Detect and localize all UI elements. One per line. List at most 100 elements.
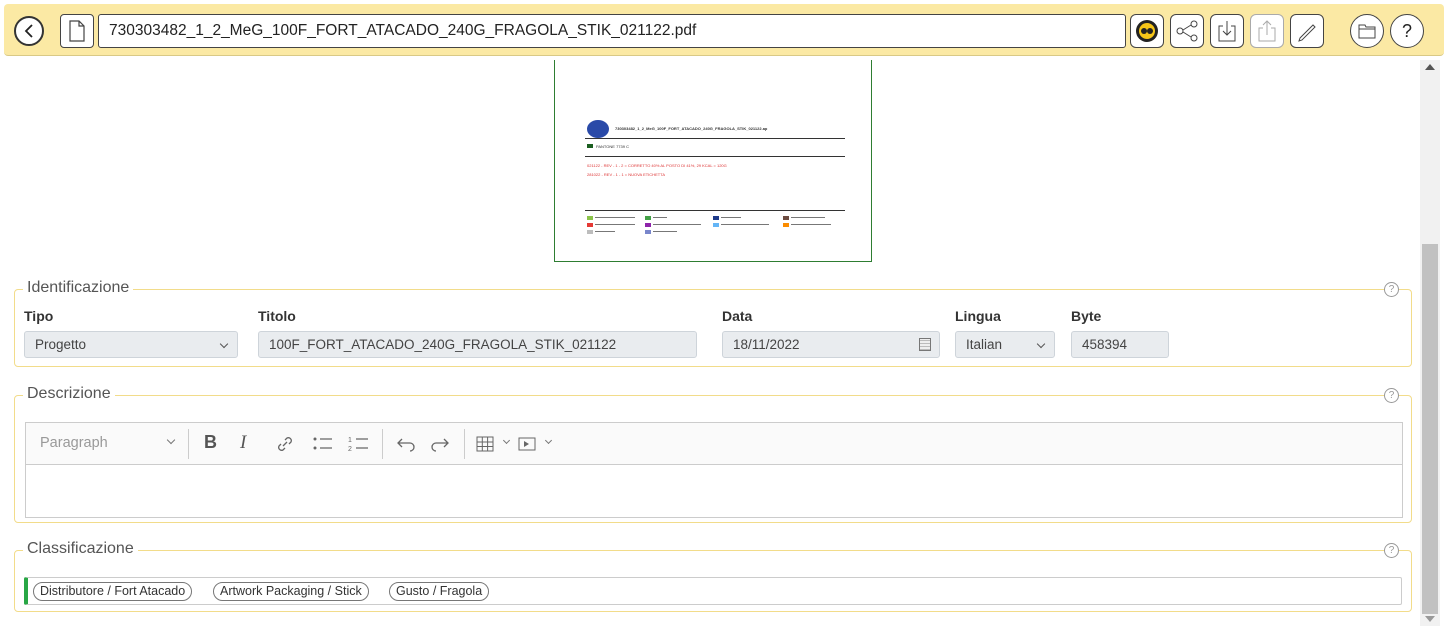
help-icon: ? [1402,21,1412,41]
preview-legend-swatch [587,223,593,227]
calendar-icon[interactable] [919,338,931,351]
preview-rule [585,138,845,139]
byte-label: Byte [1071,308,1102,324]
tag-item[interactable]: Gusto / Fragola [389,582,490,601]
folder-button[interactable] [1350,14,1384,48]
tipo-label: Tipo [24,308,54,324]
tag-item[interactable]: Distributore / Fort Atacado [33,582,193,601]
toolbar-panel: 730303482_1_2_MeG_100F_FORT_ATACADO_240G… [4,4,1444,56]
preview-legend-text [653,217,667,218]
edit-button[interactable] [1290,14,1324,48]
preview-swatch [587,144,593,148]
titolo-label: Titolo [258,308,296,324]
preview-legend-swatch [713,216,719,220]
bulleted-list-icon[interactable] [312,435,334,453]
svg-text:?: ? [1402,21,1412,41]
preview-rule [585,156,845,157]
lingua-select[interactable]: Italian [955,331,1055,358]
tipo-select[interactable]: Progetto [24,331,238,358]
editor-toolbar: Paragraph B I 12 [26,423,1402,465]
top-toolbar: 730303482_1_2_MeG_100F_FORT_ATACADO_240G… [0,0,1448,60]
edit-icon [1298,24,1316,42]
data-value: 18/11/2022 [733,337,800,352]
descrizione-legend: Descrizione [23,385,115,403]
toolbar-separator [382,429,383,459]
classificazione-section: Classificazione ? Distributore / Fort At… [14,540,1412,612]
bold-button[interactable]: B [204,432,217,453]
svg-text:1: 1 [348,437,352,444]
tag-list[interactable]: Distributore / Fort Atacado Artwork Pack… [24,577,1402,605]
preview-legend-swatch [587,216,593,220]
numbered-list-icon[interactable]: 12 [348,435,370,453]
data-field[interactable]: 18/11/2022 [722,331,940,358]
back-icon [24,24,33,38]
table-icon[interactable] [476,435,494,453]
tag-item[interactable]: Artwork Packaging / Stick [213,582,369,601]
back-button[interactable] [14,16,44,46]
vertical-scrollbar[interactable] [1420,60,1440,626]
preview-color-label: PANTONE 7739 C [596,144,629,149]
data-label: Data [722,308,753,324]
preview-legend-text [721,217,741,218]
scroll-thumb[interactable] [1422,244,1438,614]
preview-legend-swatch [645,223,651,227]
preview-legend-text [791,217,825,218]
help-icon[interactable]: ? [1384,543,1399,558]
preview-logo [587,120,609,138]
preview-legend-swatch [783,216,789,220]
scroll-up-arrow[interactable] [1425,64,1435,70]
redo-icon[interactable] [430,436,450,452]
document-button[interactable] [60,14,94,48]
preview-rule [585,210,845,211]
media-embed-icon[interactable] [518,436,536,452]
preview-legend-text [721,224,769,225]
tipo-value: Progetto [35,337,87,352]
download-button[interactable] [1210,14,1244,48]
chevron-down-icon[interactable] [502,436,511,445]
preview-legend-text [653,231,677,232]
help-icon[interactable]: ? [1384,388,1399,403]
filename-field[interactable]: 730303482_1_2_MeG_100F_FORT_ATACADO_240G… [98,14,1126,48]
chevron-down-icon[interactable] [544,436,553,445]
preview-legend-text [595,217,635,218]
preview-legend-swatch [587,230,593,234]
preview-legend-text [595,231,615,232]
titolo-field[interactable]: 100F_FORT_ATACADO_240G_FRAGOLA_STIK_0211… [258,331,697,358]
lingua-value: Italian [966,337,1003,352]
tones-icon [1136,20,1158,42]
folder-icon [1358,24,1376,39]
preview-legend-swatch [783,223,789,227]
help-icon[interactable]: ? [1384,282,1399,297]
scroll-content[interactable]: 730303482_1_2_MeG_100F_FORT_ATACADO_240G… [0,60,1420,626]
descrizione-section: Descrizione ? Paragraph B I 12 [14,385,1412,523]
rich-text-editor[interactable]: Paragraph B I 12 [25,422,1403,518]
pdf-preview[interactable]: 730303482_1_2_MeG_100F_FORT_ATACADO_240G… [554,60,872,262]
upload-button[interactable] [1250,14,1284,48]
download-icon [1218,21,1236,42]
preview-legend-swatch [645,230,651,234]
preview-legend-text [653,224,701,225]
toolbar-separator [188,429,189,459]
svg-text:2: 2 [348,446,352,453]
identificazione-legend: Identificazione [23,279,134,297]
help-button[interactable]: ? [1390,14,1424,48]
lingua-label: Lingua [955,308,1001,324]
identificazione-section: Identificazione ? Tipo Progetto Titolo 1… [14,279,1412,367]
share-button[interactable] [1170,14,1204,48]
chevron-down-icon[interactable] [166,435,176,445]
preview-rev2: 281022 - REV - 1 - 1 = NUOVA ETICHETTA [587,172,665,177]
paragraph-style-dropdown[interactable]: Paragraph [40,435,108,451]
preview-legend-swatch [645,216,651,220]
share-icon [1176,20,1198,42]
scroll-down-arrow[interactable] [1425,616,1435,622]
tones-button[interactable] [1130,14,1164,48]
italic-button[interactable]: I [240,432,246,454]
chevron-down-icon [219,339,229,349]
chevron-down-icon [1036,339,1046,349]
preview-legend-text [595,224,635,225]
link-icon[interactable] [276,435,294,453]
toolbar-separator [464,429,465,459]
classificazione-legend: Classificazione [23,540,138,558]
preview-legend-text [791,224,831,225]
undo-icon[interactable] [396,436,416,452]
